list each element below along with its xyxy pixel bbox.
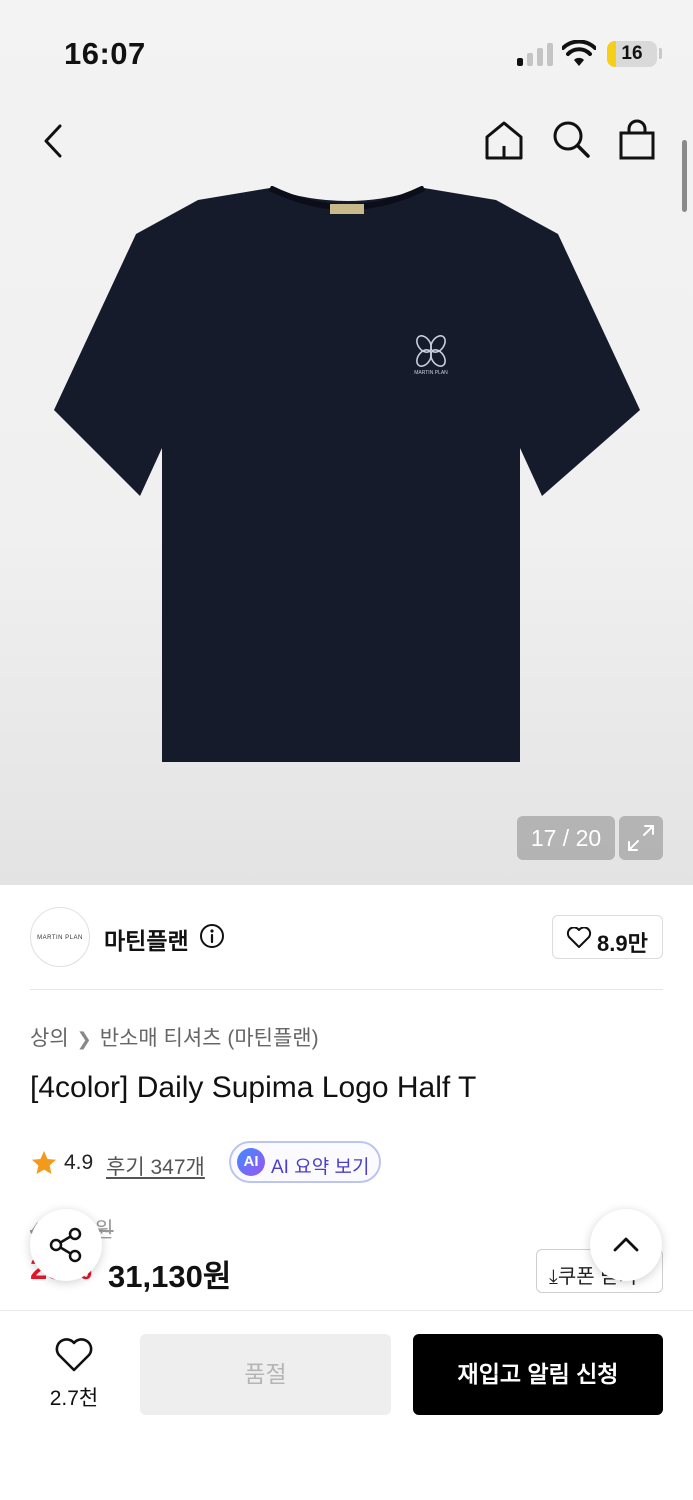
chevron-right-icon: ❯	[76, 1029, 92, 1049]
signal-icon	[517, 42, 555, 66]
restock-alert-button[interactable]: 재입고 알림 신청	[413, 1334, 663, 1415]
product-logo-text: MARTIN PLAN	[414, 370, 448, 376]
brand-logo-text: MARTIN PLAN	[37, 935, 83, 941]
battery-indicator: 16	[607, 41, 657, 67]
ai-summary-label: AI 요약 보기	[271, 1157, 370, 1178]
breadcrumb: 상의 ❯ 반소매 티셔츠 (마틴플랜)	[30, 1022, 319, 1052]
status-time: 16:07	[64, 36, 146, 71]
expand-button[interactable]	[619, 816, 663, 860]
wifi-icon	[562, 40, 596, 66]
brand-name[interactable]: 마틴플랜	[104, 922, 189, 956]
expand-icon	[628, 825, 654, 851]
shopping-bag-icon[interactable]	[616, 118, 658, 162]
wishlist-count: 2.7천	[49, 1387, 99, 1410]
product-image: MARTIN PLAN	[54, 186, 640, 762]
star-icon	[32, 1151, 56, 1174]
ai-badge-icon: AI	[237, 1148, 265, 1176]
search-icon[interactable]	[550, 118, 592, 162]
scroll-to-top-button[interactable]	[590, 1209, 662, 1281]
sale-price: 31,130원	[108, 1259, 232, 1294]
brand-like-count: 8.9만	[597, 931, 648, 956]
breadcrumb-subcategory[interactable]: 반소매 티셔츠 (마틴플랜)	[100, 1027, 319, 1050]
download-icon: ⤓	[549, 1266, 558, 1288]
brand-logo[interactable]: MARTIN PLAN	[30, 907, 90, 967]
chevron-up-icon	[613, 1237, 639, 1252]
share-icon	[49, 1227, 82, 1263]
breadcrumb-category[interactable]: 상의	[30, 1027, 69, 1050]
status-bar: 16:07 16	[0, 0, 693, 100]
soldout-button: 품절	[140, 1334, 391, 1415]
rating-score: 4.9	[64, 1151, 94, 1174]
battery-level: 16	[621, 43, 643, 64]
product-title: [4color] Daily Supima Logo Half T	[30, 1071, 477, 1104]
review-count-link[interactable]: 후기 347개	[106, 1151, 205, 1181]
product-image-gallery[interactable]: 16:07 16 MARTIN PLAN 17 / 20	[0, 0, 693, 885]
home-icon[interactable]	[482, 118, 526, 162]
divider	[30, 989, 663, 990]
scroll-indicator[interactable]	[682, 140, 687, 212]
image-counter: 17 / 20	[517, 816, 615, 860]
brand-like-button[interactable]: 8.9만	[552, 915, 663, 959]
ai-summary-button[interactable]: AI AI 요약 보기	[229, 1141, 381, 1183]
heart-icon	[566, 927, 592, 948]
info-icon[interactable]	[199, 923, 225, 949]
wishlist-heart-icon[interactable]	[55, 1338, 93, 1374]
chevron-left-icon[interactable]	[36, 120, 72, 162]
share-button[interactable]	[30, 1209, 102, 1281]
